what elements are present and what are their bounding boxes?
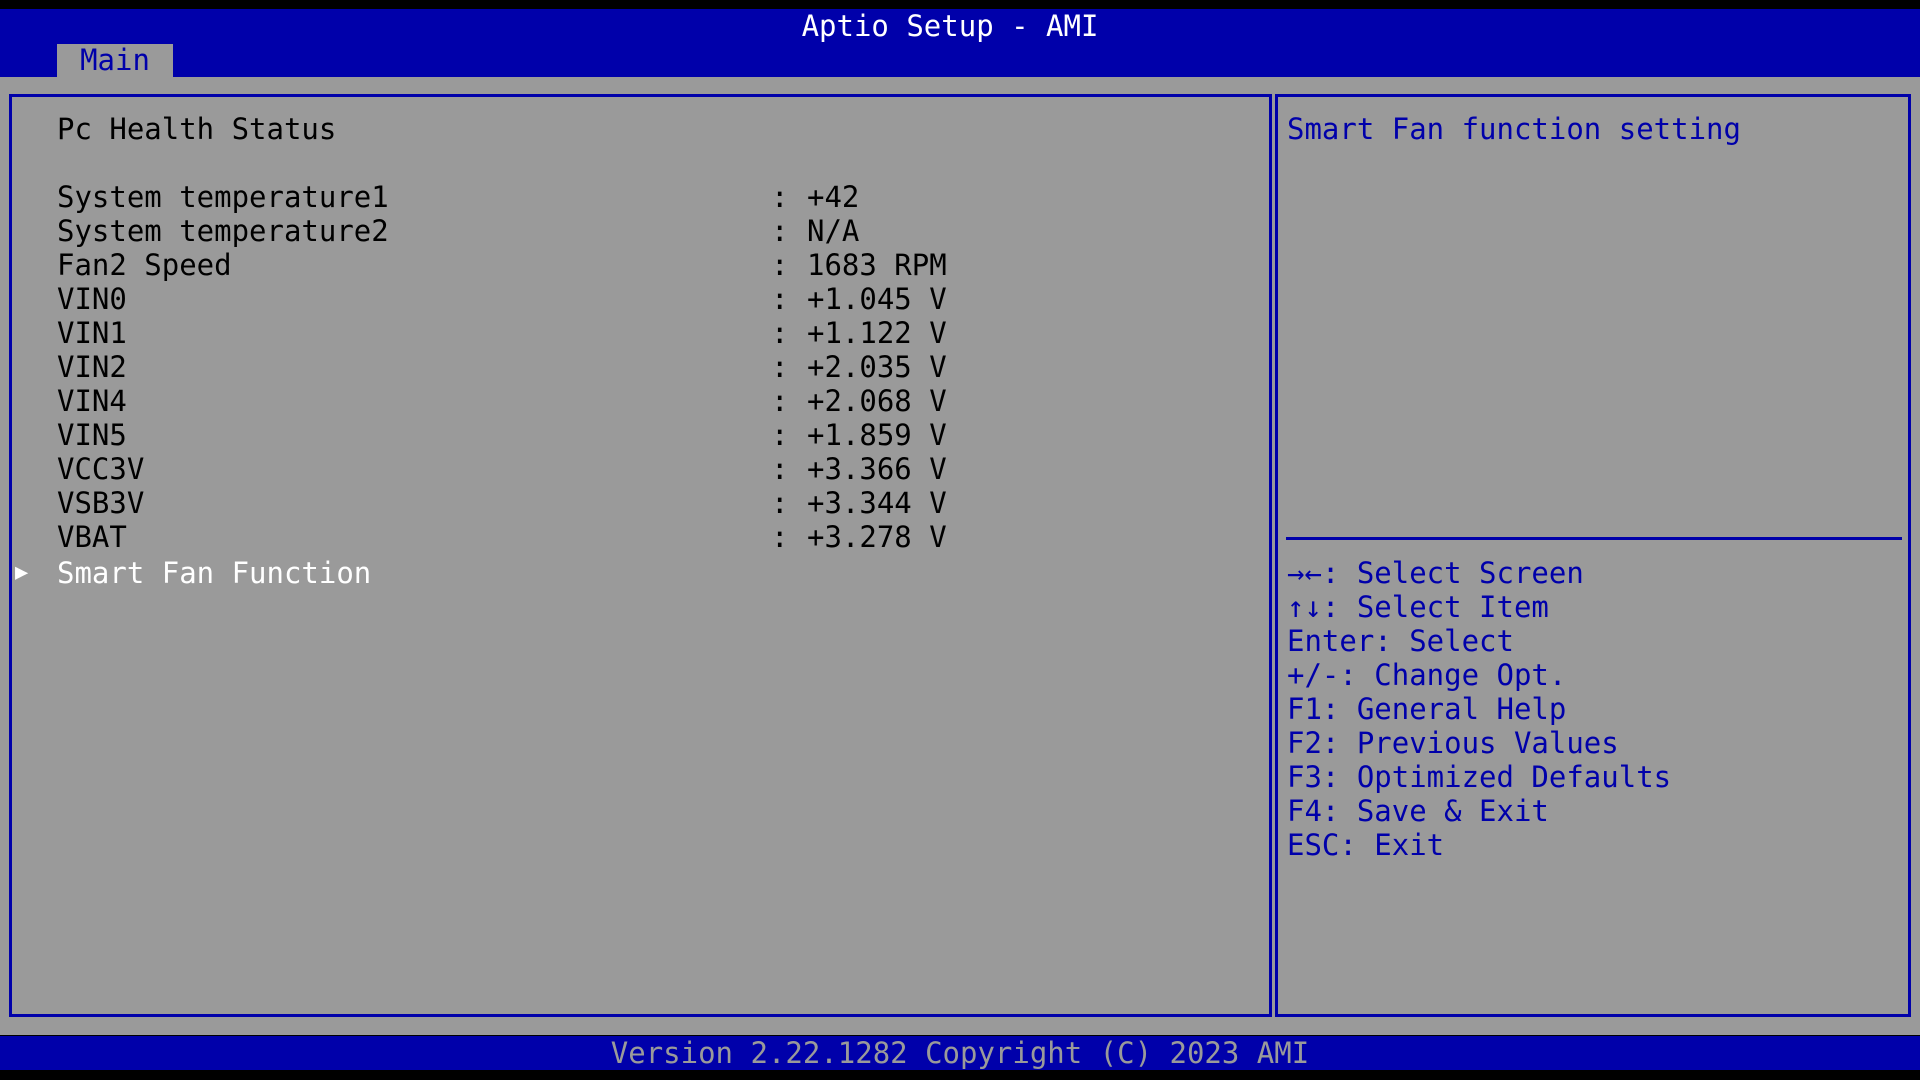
row-value: +3.344 V (807, 486, 947, 520)
row-separator: : (771, 214, 789, 248)
row-label: VIN5 (57, 418, 127, 452)
row-label: VCC3V (57, 452, 145, 486)
health-row-vsb3v: VSB3V : +3.344 V (57, 486, 1057, 520)
row-separator: : (771, 520, 789, 554)
row-label: VIN4 (57, 384, 127, 418)
row-label: VIN2 (57, 350, 127, 384)
health-row-system-temperature2: System temperature2 : N/A (57, 214, 1057, 248)
health-row-vin2: VIN2 : +2.035 V (57, 350, 1057, 384)
health-row-vin4: VIN4 : +2.068 V (57, 384, 1057, 418)
key-change-opt: +/-: Change Opt. (1287, 658, 1567, 692)
row-separator: : (771, 282, 789, 316)
row-value: +42 (807, 180, 860, 214)
key-select-screen: →←: Select Screen (1287, 556, 1584, 590)
submenu-label: Smart Fan Function (57, 556, 372, 590)
key-select-item: ↑↓: Select Item (1287, 590, 1549, 624)
key-legend: →←: Select Screen ↑↓: Select Item Enter:… (1287, 556, 1671, 862)
health-row-fan2-speed: Fan2 Speed : 1683 RPM (57, 248, 1057, 282)
row-separator: : (771, 180, 789, 214)
app-title: Aptio Setup - AMI (801, 9, 1099, 43)
section-heading: Pc Health Status (57, 112, 337, 146)
version-copyright: Version 2.22.1282 Copyright (C) 2023 AMI (610, 1036, 1310, 1070)
row-value: +1.122 V (807, 316, 947, 350)
row-separator: : (771, 418, 789, 452)
row-value: +3.366 V (807, 452, 947, 486)
row-separator: : (771, 452, 789, 486)
help-divider (1286, 537, 1902, 540)
row-label: VBAT (57, 520, 127, 554)
row-value: +2.068 V (807, 384, 947, 418)
tab-main[interactable]: Main (57, 44, 173, 77)
help-description: Smart Fan function setting (1287, 112, 1741, 146)
row-separator: : (771, 350, 789, 384)
health-row-vin0: VIN0 : +1.045 V (57, 282, 1057, 316)
row-separator: : (771, 486, 789, 520)
row-separator: : (771, 384, 789, 418)
health-row-system-temperature1: System temperature1 : +42 (57, 180, 1057, 214)
row-separator: : (771, 316, 789, 350)
row-value: +3.278 V (807, 520, 947, 554)
row-label: VIN1 (57, 316, 127, 350)
health-row-vcc3v: VCC3V : +3.366 V (57, 452, 1057, 486)
key-esc-exit: ESC: Exit (1287, 828, 1445, 862)
key-optimized-defaults: F3: Optimized Defaults (1287, 760, 1672, 794)
row-value: +1.859 V (807, 418, 947, 452)
smart-fan-function-item[interactable]: ▶ Smart Fan Function (15, 556, 371, 590)
health-row-vbat: VBAT : +3.278 V (57, 520, 1057, 554)
row-value: N/A (807, 214, 860, 248)
row-label: VSB3V (57, 486, 145, 520)
row-label: System temperature2 (57, 214, 389, 248)
row-label: VIN0 (57, 282, 127, 316)
submenu-arrow-icon: ▶ (15, 560, 29, 585)
row-label: Fan2 Speed (57, 248, 232, 282)
key-general-help: F1: General Help (1287, 692, 1567, 726)
row-label: System temperature1 (57, 180, 389, 214)
row-separator: : (771, 248, 789, 282)
row-value: +1.045 V (807, 282, 947, 316)
health-row-vin1: VIN1 : +1.122 V (57, 316, 1057, 350)
health-row-vin5: VIN5 : +1.859 V (57, 418, 1057, 452)
key-previous-values: F2: Previous Values (1287, 726, 1619, 760)
key-enter-select: Enter: Select (1287, 624, 1514, 658)
row-value: 1683 RPM (807, 248, 947, 282)
key-save-exit: F4: Save & Exit (1287, 794, 1549, 828)
row-value: +2.035 V (807, 350, 947, 384)
